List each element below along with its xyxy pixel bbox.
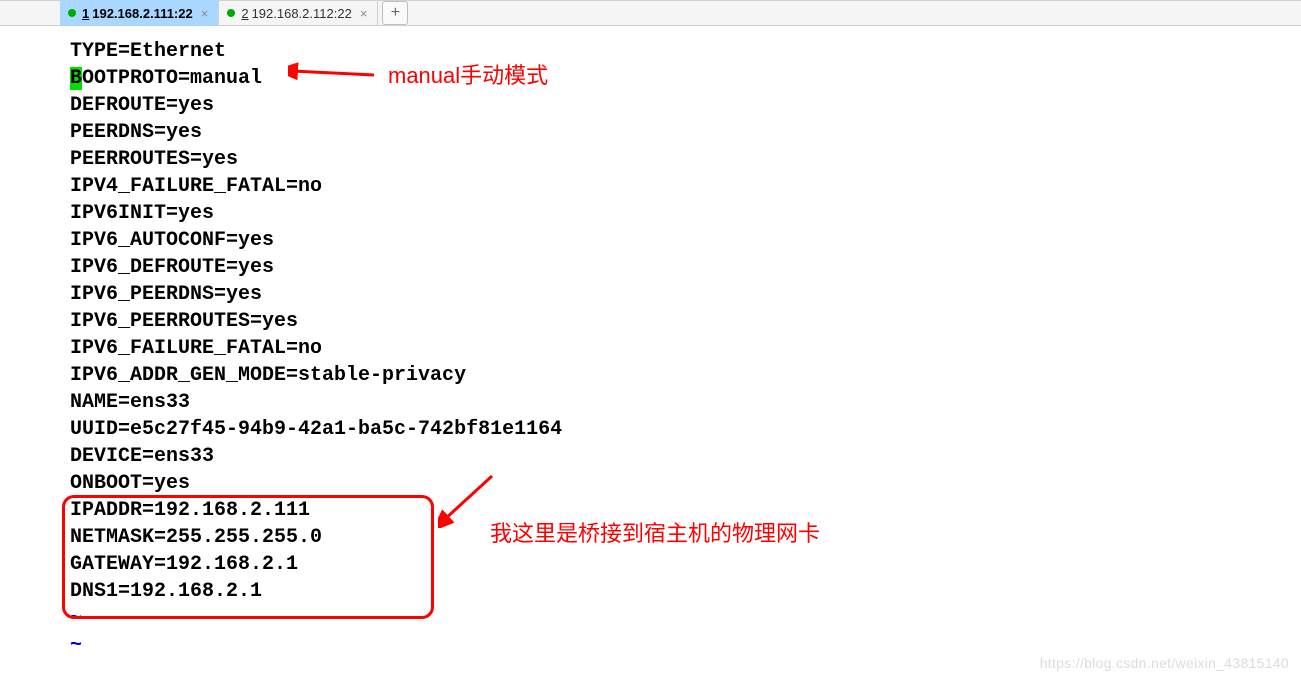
config-line: DEFROUTE=yes [70,92,1301,119]
config-line: UUID=e5c27f45-94b9-42a1-ba5c-742bf81e116… [70,416,1301,443]
config-line: IPV6_FAILURE_FATAL=no [70,335,1301,362]
terminal-area[interactable]: TYPE=Ethernet BOOTPROTO=manual DEFROUTE=… [0,26,1301,679]
config-line: DNS1=192.168.2.1 [70,578,1301,605]
config-line: PEERDNS=yes [70,119,1301,146]
watermark: https://blog.csdn.net/weixin_43815140 [1040,655,1289,671]
annotation-manual: manual手动模式 [388,58,548,90]
cursor: B [70,67,82,90]
tab-2-label: 2192.168.2.112:22 [241,6,351,21]
close-icon[interactable]: × [199,7,211,20]
annotation-bridge: 我这里是桥接到宿主机的物理网卡 [490,516,820,548]
tab-1-label: 1192.168.2.111:22 [82,6,193,21]
config-line: BOOTPROTO=manual [70,65,1301,92]
tab-1[interactable]: 1192.168.2.111:22 × [60,0,219,26]
config-line: TYPE=Ethernet [70,38,1301,65]
tab-bar: 1192.168.2.111:22 × 2192.168.2.112:22 × … [0,0,1301,26]
config-line: GATEWAY=192.168.2.1 [70,551,1301,578]
config-line: NAME=ens33 [70,389,1301,416]
add-tab-button[interactable]: + [382,1,408,25]
config-line: IPV6_ADDR_GEN_MODE=stable-privacy [70,362,1301,389]
editor-content: TYPE=Ethernet BOOTPROTO=manual DEFROUTE=… [0,26,1301,659]
config-line: IPV6_DEFROUTE=yes [70,254,1301,281]
tab-2[interactable]: 2192.168.2.112:22 × [219,0,378,26]
config-line: PEERROUTES=yes [70,146,1301,173]
config-line: IPV6_PEERROUTES=yes [70,308,1301,335]
config-line: DEVICE=ens33 [70,443,1301,470]
status-dot-icon [68,9,76,17]
config-line: ONBOOT=yes [70,470,1301,497]
vim-tilde: ~ [70,605,1301,632]
config-line: IPV6_AUTOCONF=yes [70,227,1301,254]
config-line: IPV6INIT=yes [70,200,1301,227]
status-dot-icon [227,9,235,17]
config-line: IPV4_FAILURE_FATAL=no [70,173,1301,200]
config-line: IPV6_PEERDNS=yes [70,281,1301,308]
close-icon[interactable]: × [358,7,370,20]
